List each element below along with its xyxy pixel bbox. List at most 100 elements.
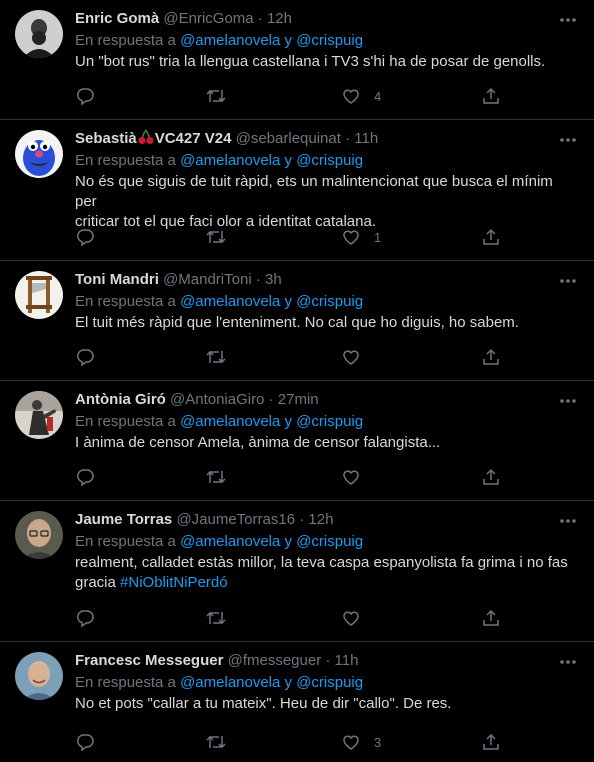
tweet[interactable]: Antònia Giró @AntoniaGiro · 27min En res… (0, 381, 594, 501)
reply-context: En respuesta a @amelanovela y @crispuig (75, 412, 578, 432)
reply-button[interactable] (75, 732, 95, 752)
timestamp[interactable]: 12h (267, 10, 292, 27)
display-name[interactable]: Toni Mandri (75, 271, 159, 288)
reply-icon (76, 349, 94, 367)
retweet-button[interactable] (205, 347, 227, 367)
retweet-icon (206, 89, 226, 103)
timestamp[interactable]: 11h (354, 130, 378, 147)
reply-button[interactable] (75, 347, 95, 367)
user-handle[interactable]: @sebarlequinat (236, 130, 341, 147)
heart-icon (343, 89, 359, 104)
more-options-button[interactable] (556, 510, 580, 532)
reply-context: En respuesta a @amelanovela y @crispuig (75, 292, 578, 312)
reply-button[interactable] (75, 227, 95, 247)
tweet-actions (75, 467, 505, 487)
reply-prefix: En respuesta a (75, 533, 176, 550)
guillotine-icon (15, 271, 63, 319)
reply-mentions[interactable]: @amelanovela y @crispuig (180, 293, 363, 310)
tweet[interactable]: Jaume Torras @JaumeTorras16 · 12h En res… (0, 501, 594, 642)
retweet-button[interactable] (205, 227, 227, 247)
tweet[interactable]: Sebastià VC427 V24 @sebarlequinat · 11h E… (0, 120, 594, 261)
tweet[interactable]: Enric Gomà @EnricGoma · 12h En respuesta… (0, 0, 594, 120)
separator: · (257, 10, 263, 27)
share-button[interactable] (481, 86, 501, 106)
retweet-icon (206, 470, 226, 484)
reply-context: En respuesta a @amelanovela y @crispuig (75, 532, 578, 552)
heart-icon (343, 230, 359, 245)
smiling-grey-haired-man-icon (15, 652, 63, 700)
user-handle[interactable]: @JaumeTorras16 (176, 511, 295, 528)
reply-button[interactable] (75, 86, 95, 106)
share-button[interactable] (481, 732, 501, 752)
statue-icon (15, 391, 63, 439)
avatar[interactable] (15, 391, 63, 439)
user-handle[interactable]: @MandriToni (163, 271, 252, 288)
display-name[interactable]: Jaume Torras (75, 511, 172, 528)
like-button[interactable] (341, 608, 374, 628)
display-name[interactable]: Sebastià (75, 130, 137, 147)
timestamp[interactable]: 3h (265, 271, 282, 288)
reply-mentions[interactable]: @amelanovela y @crispuig (180, 674, 363, 691)
reply-icon (76, 229, 94, 247)
like-button[interactable]: 1 (341, 227, 381, 247)
tweet-actions: 3 (75, 732, 505, 752)
tweet-text-line: realment, calladet estàs millor, la teva… (75, 554, 568, 571)
reply-icon (76, 469, 94, 487)
cherries-emoji-icon (137, 129, 155, 147)
tweet-actions (75, 608, 505, 628)
avatar[interactable] (15, 271, 63, 319)
share-button[interactable] (481, 467, 501, 487)
timestamp[interactable]: 11h (335, 652, 359, 669)
timestamp[interactable]: 12h (308, 511, 333, 528)
avatar[interactable] (15, 130, 63, 178)
reply-prefix: En respuesta a (75, 674, 176, 691)
reply-prefix: En respuesta a (75, 293, 176, 310)
timestamp[interactable]: 27min (278, 391, 319, 408)
display-name[interactable]: Enric Gomà (75, 10, 159, 27)
reply-icon (76, 610, 94, 628)
share-button[interactable] (481, 347, 501, 367)
like-button[interactable] (341, 467, 374, 487)
share-button[interactable] (481, 608, 501, 628)
like-button[interactable]: 3 (341, 732, 381, 752)
retweet-button[interactable] (205, 608, 227, 628)
tweet-text-fragment: gracia (75, 574, 116, 591)
man-with-glasses-icon (15, 511, 63, 559)
like-button[interactable]: 4 (341, 86, 381, 106)
tweet[interactable]: Francesc Messeguer @fmesseguer · 11h En … (0, 642, 594, 762)
user-handle[interactable]: @fmesseguer (228, 652, 322, 669)
tweet-text: realment, calladet estàs millor, la teva… (75, 553, 578, 593)
reply-mentions[interactable]: @amelanovela y @crispuig (180, 533, 363, 550)
display-name-suffix[interactable]: VC427 V24 (155, 130, 232, 147)
bearded-man-portrait-icon (15, 10, 63, 58)
retweet-button[interactable] (205, 86, 227, 106)
more-options-button[interactable] (556, 270, 580, 292)
more-options-button[interactable] (556, 129, 580, 151)
reply-mentions[interactable]: @amelanovela y @crispuig (180, 152, 363, 169)
more-options-button[interactable] (556, 9, 580, 31)
avatar[interactable] (15, 10, 63, 58)
user-handle[interactable]: @AntoniaGiro (170, 391, 264, 408)
retweet-button[interactable] (205, 467, 227, 487)
like-button[interactable] (341, 347, 374, 367)
avatar[interactable] (15, 511, 63, 559)
reply-mentions[interactable]: @amelanovela y @crispuig (180, 32, 363, 49)
avatar[interactable] (15, 652, 63, 700)
reply-mentions[interactable]: @amelanovela y @crispuig (180, 413, 363, 430)
user-handle[interactable]: @EnricGoma (163, 10, 253, 27)
reply-button[interactable] (75, 467, 95, 487)
more-options-button[interactable] (556, 651, 580, 673)
tweet-text-line: I ànima de censor Amela, ànima de censor… (75, 434, 441, 451)
share-button[interactable] (481, 227, 501, 247)
retweet-button[interactable] (205, 732, 227, 752)
more-icon (560, 138, 576, 142)
tweet-text: No et pots "callar a tu mateix". Heu de … (75, 694, 578, 714)
reply-button[interactable] (75, 608, 95, 628)
hashtag-link[interactable]: #NiOblitNiPerdó (120, 574, 228, 591)
more-options-button[interactable] (556, 390, 580, 412)
tweet[interactable]: Toni Mandri @MandriToni · 3h En respuest… (0, 261, 594, 381)
heart-icon (343, 470, 359, 485)
display-name[interactable]: Francesc Messeguer (75, 652, 223, 669)
separator: · (325, 652, 331, 669)
display-name[interactable]: Antònia Giró (75, 391, 166, 408)
